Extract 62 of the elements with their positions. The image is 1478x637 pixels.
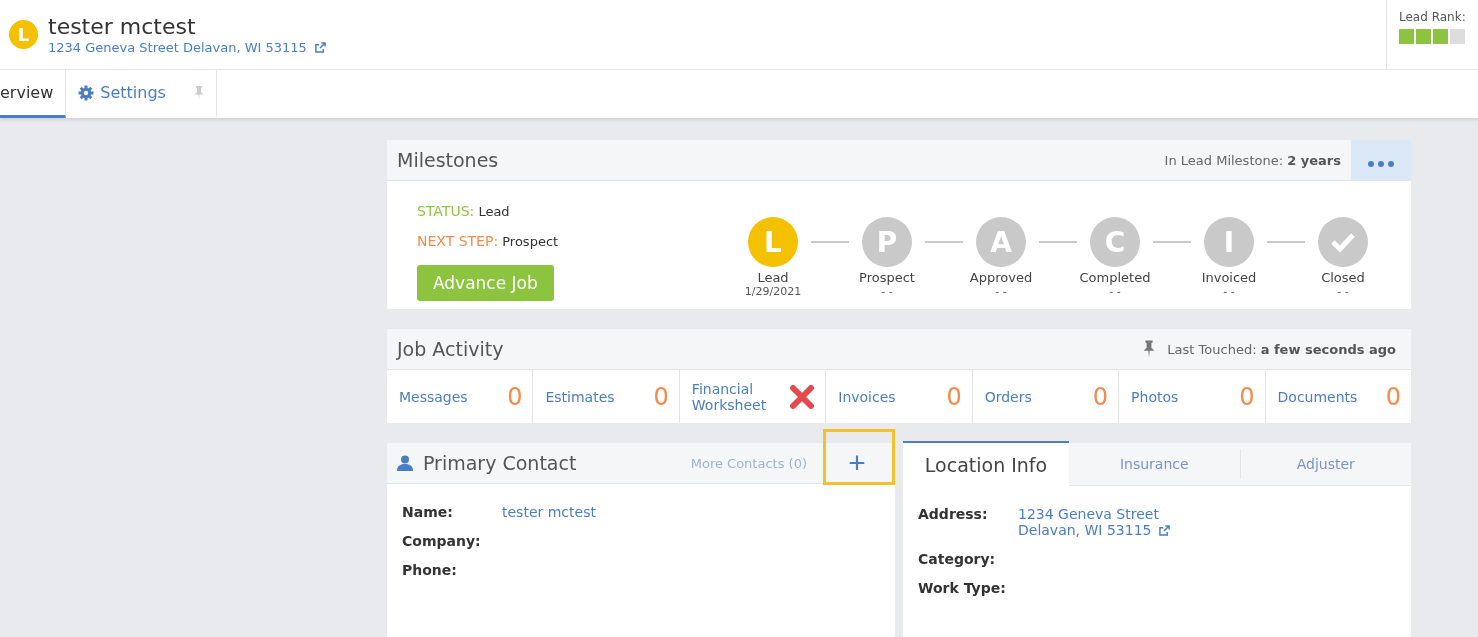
status-text: STATUS: Lead: [417, 203, 511, 219]
tab[interactable]: Location Info: [903, 441, 1069, 486]
activity-count: 0: [653, 382, 669, 411]
activity-link[interactable]: Orders: [984, 388, 1032, 405]
next-step-text: NEXT STEP: Prospect: [417, 233, 560, 249]
tab[interactable]: Adjuster: [1239, 449, 1411, 479]
external-link-icon[interactable]: [1159, 524, 1171, 536]
activity-link[interactable]: Photos: [1131, 388, 1179, 405]
card-title: Milestones: [397, 149, 500, 171]
address-link[interactable]: Delavan, WI 53115: [1018, 522, 1152, 538]
milestone-label: Approved: [969, 270, 1033, 285]
person-icon: [397, 455, 413, 471]
activity-link[interactable]: Financial Worksheet: [691, 380, 782, 413]
tab[interactable]: Insurance: [1069, 449, 1240, 479]
field-label: Company:: [402, 533, 482, 549]
activity-link[interactable]: Documents: [1277, 388, 1358, 405]
activity-count: 0: [1385, 382, 1401, 411]
milestone-date: - -: [881, 285, 893, 298]
milestone-date: - -: [995, 285, 1007, 298]
milestone-label: Lead: [757, 270, 789, 285]
milestone-date: 1/29/2021: [744, 285, 802, 298]
milestone-duration: In Lead Milestone: 2 years: [1164, 152, 1341, 168]
activity-link[interactable]: Messages: [399, 388, 468, 405]
tab[interactable]: Settings: [66, 70, 217, 118]
milestone-label: Completed: [1079, 270, 1151, 285]
milestone-circle: L: [748, 217, 798, 267]
lead-badge: L: [9, 20, 38, 49]
more-button[interactable]: [1351, 140, 1411, 180]
gear-icon: [78, 84, 95, 101]
activity-count: 0: [1092, 382, 1109, 411]
milestone-date: - -: [1109, 285, 1121, 298]
field-label: Work Type:: [918, 580, 1007, 596]
tab[interactable]: erview: [0, 70, 67, 118]
customer-name: tester mctest: [48, 14, 197, 40]
milestone-label: Prospect: [859, 270, 915, 285]
add-contact-button[interactable]: +: [837, 443, 877, 483]
external-link-icon[interactable]: [314, 42, 326, 53]
milestone-label: Closed: [1321, 270, 1365, 285]
address-link[interactable]: 1234 Geneva Street Delavan, WI 53115: [48, 40, 307, 55]
card-title: Primary Contact: [423, 452, 578, 474]
check-icon: [1331, 232, 1355, 252]
card-title: Job Activity: [397, 338, 505, 360]
cross-icon: [789, 383, 816, 410]
highlight-frame: [823, 429, 895, 485]
lead-rank-label: Lead Rank:: [1399, 10, 1467, 24]
advance-job-button[interactable]: Advance Job: [417, 265, 554, 301]
last-touched: Last Touched: a few seconds ago: [1167, 341, 1396, 357]
field-label: Phone:: [402, 562, 458, 578]
activity-link[interactable]: Estimates: [545, 388, 615, 405]
dots-icon: [1368, 161, 1394, 167]
activity-count: 0: [946, 382, 962, 411]
activity-count: 0: [1239, 382, 1255, 411]
field-label: Address:: [918, 506, 989, 524]
address-link[interactable]: 1234 Geneva Street: [1018, 506, 1159, 522]
field-value[interactable]: tester mctest: [502, 504, 880, 520]
field-label: Category:: [918, 551, 997, 567]
activity-link[interactable]: Invoices: [838, 388, 896, 405]
milestone-date: - -: [1223, 285, 1235, 298]
milestone-date: - -: [1337, 285, 1349, 298]
activity-count: 0: [507, 382, 523, 411]
field-label: Name:: [402, 504, 454, 520]
milestone-label: Invoiced: [1201, 270, 1257, 285]
